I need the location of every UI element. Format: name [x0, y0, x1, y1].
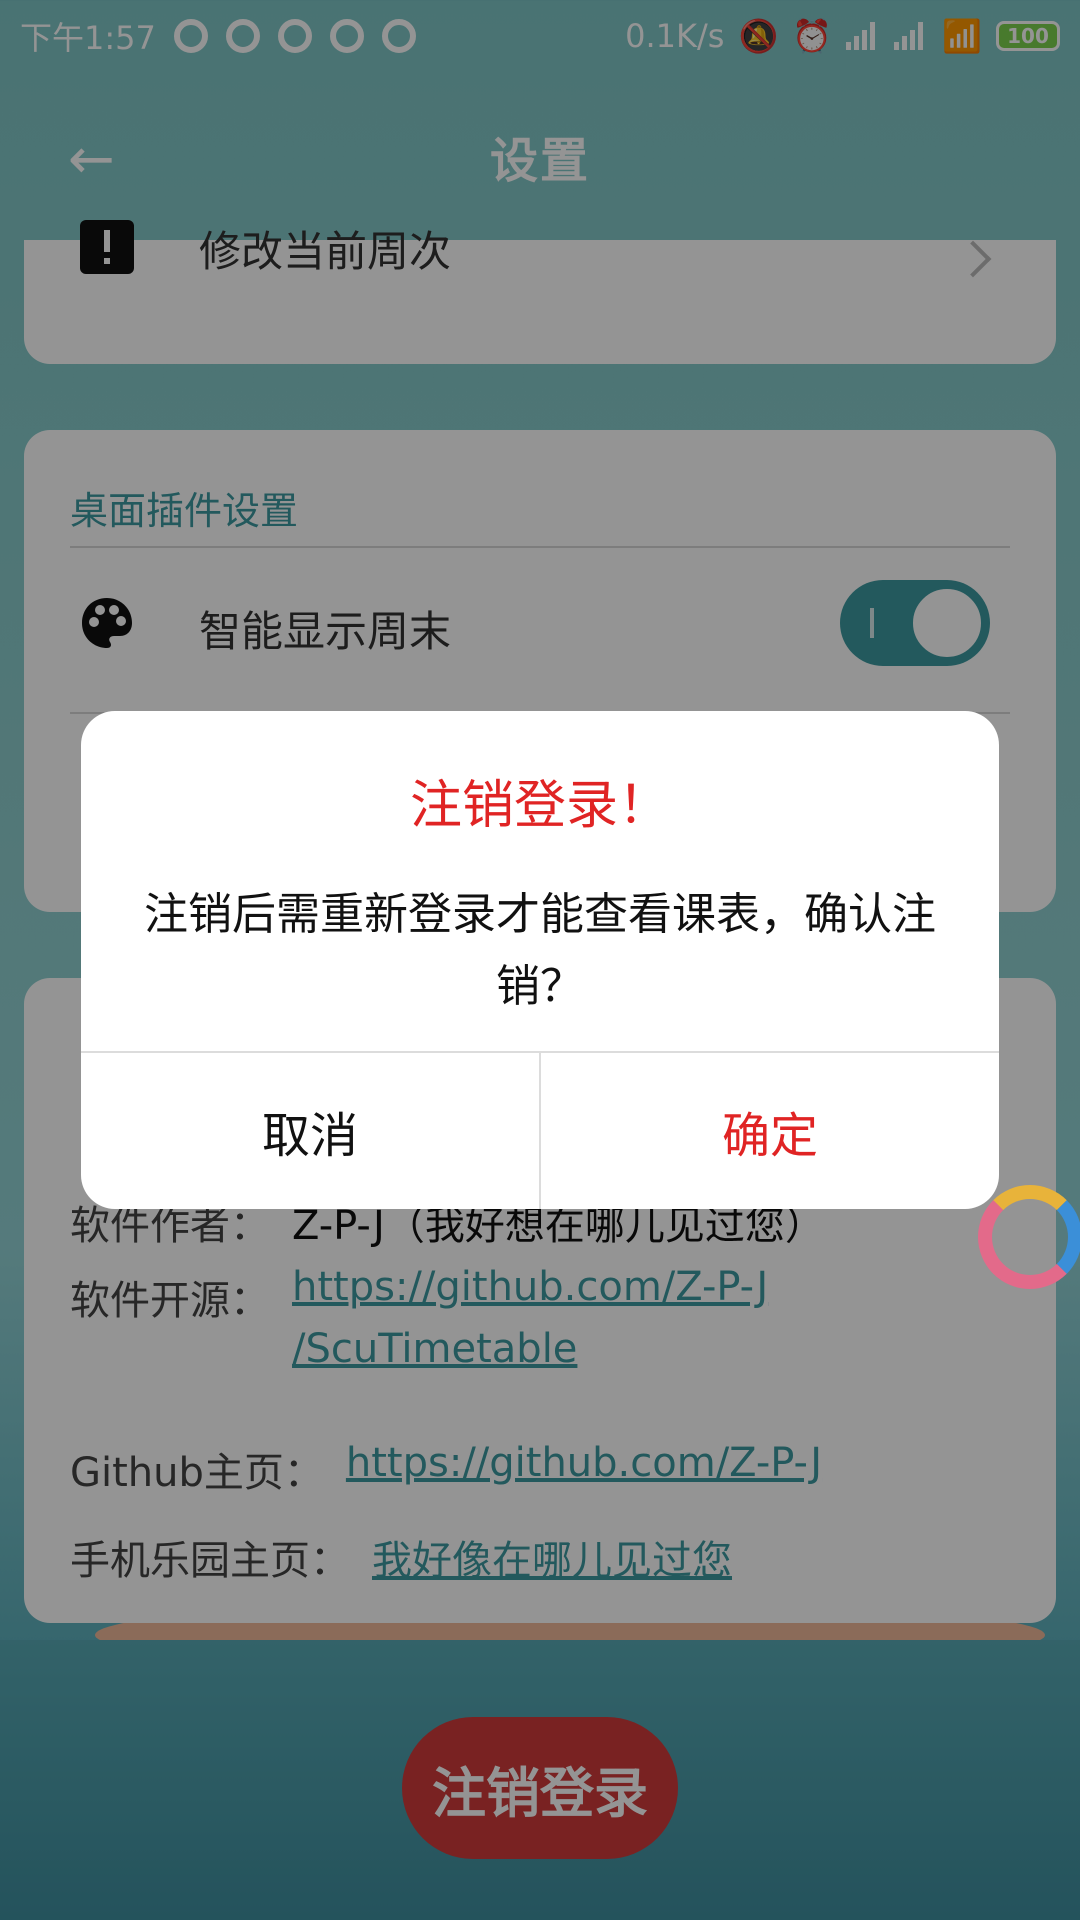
- dialog-message: 注销后需重新登录才能查看课表，确认注销？: [144, 889, 936, 1012]
- confirm-button[interactable]: 确定: [541, 1053, 999, 1209]
- cancel-button[interactable]: 取消: [81, 1053, 539, 1209]
- dialog-title: 注销登录！: [409, 776, 670, 836]
- logout-dialog: 注销登录！ 注销后需重新登录才能查看课表，确认注销？ 取消 确定: [81, 711, 999, 1209]
